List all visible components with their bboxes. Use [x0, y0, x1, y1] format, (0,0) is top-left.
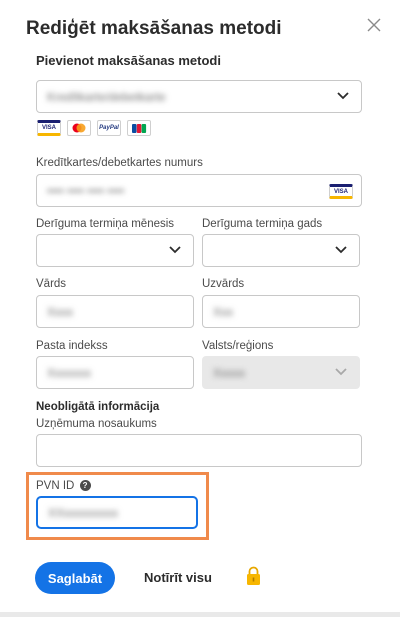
expiry-year-label: Derīguma termiņa gads [202, 218, 323, 230]
chevron-down-icon [169, 246, 181, 254]
first-name-input[interactable]: Xxxx [36, 295, 194, 328]
footer-strip [0, 612, 400, 617]
first-name-value: Xxxx [47, 304, 74, 319]
lock-icon [247, 566, 260, 585]
payment-method-value: Kredītkarte/debetkarte [47, 89, 166, 104]
vat-label: PVN ID ? [36, 480, 91, 492]
section-title: Pievienot maksāšanas metodi [36, 53, 221, 68]
close-icon[interactable] [366, 17, 382, 33]
company-name-label: Uzņēmuma nosaukums [36, 418, 157, 430]
dialog-title: Rediģēt maksāšanas metodi [26, 18, 282, 39]
help-icon[interactable]: ? [79, 480, 91, 491]
payment-method-select[interactable]: Kredītkarte/debetkarte [36, 80, 362, 113]
save-button[interactable]: Saglabāt [35, 562, 115, 594]
last-name-label: Uzvārds [202, 278, 245, 290]
mastercard-icon [67, 120, 91, 136]
vat-id-value: XXxxxxxxxxx [48, 505, 119, 520]
postal-code-value: Xxxxxxx [47, 365, 92, 380]
first-name-label: Vārds [36, 278, 67, 290]
visa-badge-icon: VISA [329, 184, 353, 199]
country-select: Xxxxx [202, 356, 360, 389]
card-number-input[interactable]: •••• •••• •••• •••• VISA [36, 174, 362, 207]
chevron-down-icon [335, 368, 347, 376]
chevron-down-icon [337, 92, 349, 100]
card-number-label: Kredītkartes/debetkartes numurs [36, 157, 203, 169]
optional-info-heading: Neobligātā informācija [36, 401, 160, 413]
expiry-month-select[interactable] [36, 234, 194, 267]
clear-all-button[interactable]: Notīrīt visu [144, 570, 212, 585]
country-label: Valsts/reģions [202, 340, 274, 352]
postal-code-input[interactable]: Xxxxxxx [36, 356, 194, 389]
postal-code-label: Pasta indekss [36, 340, 108, 352]
last-name-value: Xxx [213, 304, 234, 319]
vat-id-input[interactable]: XXxxxxxxxxx [36, 496, 198, 529]
last-name-input[interactable]: Xxx [202, 295, 360, 328]
card-number-value: •••• •••• •••• •••• [47, 183, 125, 198]
expiry-month-label: Derīguma termiņa mēnesis [36, 218, 175, 230]
accepted-cards: VISA PayPal [37, 120, 151, 136]
visa-card-icon: VISA [37, 120, 61, 136]
jcb-icon [127, 120, 151, 136]
country-value: Xxxxx [213, 365, 246, 380]
expiry-year-select[interactable] [202, 234, 360, 267]
paypal-icon: PayPal [97, 120, 121, 136]
edit-payment-dialog: Rediģēt maksāšanas metodi Pievienot maks… [0, 0, 400, 612]
chevron-down-icon [335, 246, 347, 254]
company-name-input[interactable] [36, 434, 362, 467]
